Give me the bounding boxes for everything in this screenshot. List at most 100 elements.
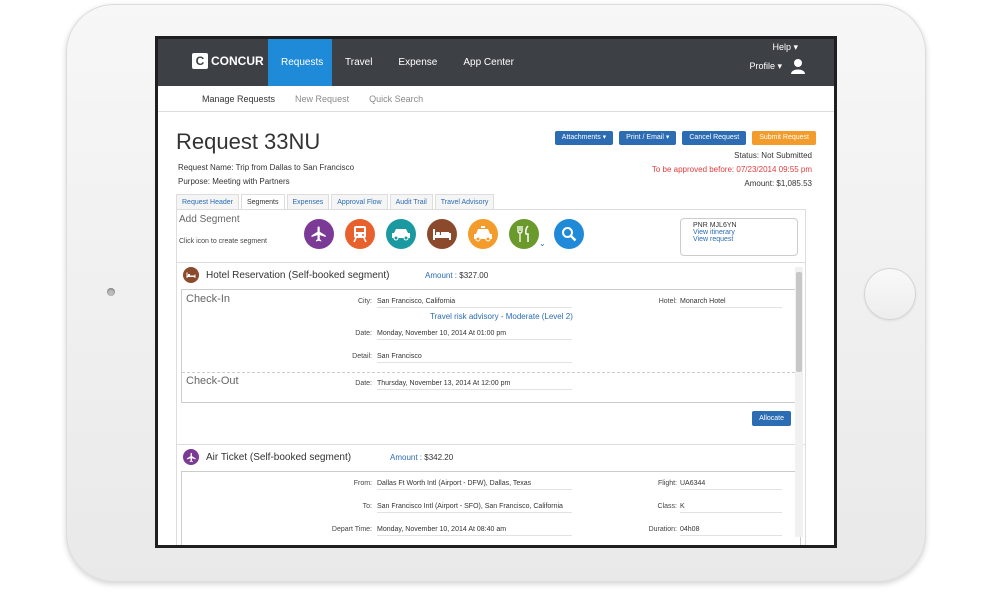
depart-label: Depart Time: [331, 526, 372, 533]
search-icon[interactable] [554, 219, 584, 249]
dining-icon[interactable] [509, 219, 539, 249]
amount-row: Amount: $1,085.53 [744, 179, 812, 188]
depart-value: Monday, November 10, 2014 At 08:40 am [377, 526, 572, 536]
logo-text: CONCUR [211, 54, 264, 68]
air-segment-header: Air Ticket (Self-booked segment) [183, 449, 351, 465]
tab-travel-advisory[interactable]: Travel Advisory [434, 194, 495, 210]
tab-request-header[interactable]: Request Header [176, 194, 239, 210]
view-itinerary-link[interactable]: View itinerary [693, 229, 785, 236]
from-label: From: [353, 480, 372, 487]
approve-before-row: To be approved before: 07/23/2014 09:55 … [652, 165, 812, 174]
from-value: Dallas Ft Worth Intl (Airport - DFW), Da… [377, 480, 572, 490]
top-navigation-bar: C CONCUR Requests Travel Expense App Cen… [158, 39, 834, 86]
nav-app-center[interactable]: App Center [450, 39, 527, 86]
to-value: San Francisco Intl (Airport - SFO), San … [377, 503, 572, 513]
print-email-button[interactable]: Print / Email ▾ [619, 131, 677, 145]
checkout-date-label: Date: [355, 380, 372, 387]
status-value: Not Submitted [761, 151, 812, 160]
hotel-amount-value: $327.00 [459, 271, 489, 280]
request-tabs: Request Header Segments Expenses Approva… [176, 194, 495, 210]
concur-logo-mark: C [192, 53, 208, 69]
flight-value: UA6344 [680, 480, 782, 490]
train-icon[interactable] [345, 219, 375, 249]
request-name-row: Request Name: Trip from Dallas to San Fr… [178, 163, 354, 172]
approve-label: To be approved before: [651, 165, 735, 174]
help-label: Help [772, 42, 791, 52]
divider [182, 372, 800, 373]
amount-value: $1,085.53 [776, 179, 812, 188]
subnav-quick-search[interactable]: Quick Search [359, 86, 433, 111]
pnr-box: PNR MJL6YN View itinerary View request [680, 218, 798, 256]
bed-icon[interactable] [427, 219, 457, 249]
home-button[interactable] [864, 268, 916, 320]
plane-icon[interactable] [304, 219, 334, 249]
air-details: From: Dallas Ft Worth Intl (Airport - DF… [181, 471, 801, 545]
status-row: Status: Not Submitted [734, 151, 812, 160]
profile-menu[interactable]: Profile ▾ [749, 61, 782, 72]
print-email-label: Print / Email [626, 134, 664, 141]
duration-value: 04h08 [680, 526, 782, 536]
request-name-value: Trip from Dallas to San Francisco [235, 163, 355, 172]
tab-segments[interactable]: Segments [240, 194, 285, 210]
plane-icon [183, 449, 199, 465]
user-icon[interactable] [791, 58, 805, 74]
air-segment: Air Ticket (Self-booked segment) Amount … [177, 444, 805, 545]
flight-label: Flight: [657, 480, 677, 487]
view-request-link[interactable]: View request [693, 236, 785, 243]
travel-advisory-link[interactable]: Travel risk advisory - Moderate (Level 2… [430, 312, 573, 321]
hotel-segment-header: Hotel Reservation (Self-booked segment) [183, 267, 389, 283]
subnav-manage-requests[interactable]: Manage Requests [192, 86, 285, 111]
hotel-amount: Amount : $327.00 [425, 271, 488, 280]
tab-expenses[interactable]: Expenses [286, 194, 330, 210]
allocate-button[interactable]: Allocate [752, 411, 791, 426]
dining-icon-wrap: ⌄ [509, 219, 546, 249]
scrollbar-thumb[interactable] [796, 272, 802, 372]
pnr-code: PNR MJL6YN [693, 222, 737, 229]
nav-requests[interactable]: Requests [268, 39, 332, 86]
tab-audit-trail[interactable]: Audit Trail [389, 194, 433, 210]
nav-expense[interactable]: Expense [385, 39, 450, 86]
air-segment-title[interactable]: Air Ticket (Self-booked segment) [206, 452, 351, 463]
hotel-value: Monarch Hotel [680, 298, 782, 308]
approve-date: 07/23/2014 09:55 pm [736, 165, 812, 174]
detail-label: Detail: [352, 353, 372, 360]
checkout-heading: Check-Out [186, 375, 239, 387]
camera-dot [107, 288, 115, 296]
amount-label: Amount: [744, 179, 775, 188]
status-label: Status: [734, 151, 760, 160]
air-amount: Amount : $342.20 [390, 453, 453, 462]
air-amount-value: $342.20 [424, 453, 454, 462]
request-name-label: Request Name: [178, 163, 234, 172]
segment-icons: ⌄ [304, 219, 584, 249]
page-title: Request 33NU [176, 129, 321, 154]
chevron-down-icon[interactable]: ⌄ [539, 239, 546, 248]
duration-label: Duration: [648, 526, 677, 533]
tab-approval-flow[interactable]: Approval Flow [331, 194, 388, 210]
submit-request-button[interactable]: Submit Request [752, 131, 816, 145]
nav-travel[interactable]: Travel [332, 39, 385, 86]
hotel-segment-title[interactable]: Hotel Reservation (Self-booked segment) [206, 270, 389, 281]
concur-logo[interactable]: C CONCUR [192, 53, 264, 69]
taxi-icon[interactable] [468, 219, 498, 249]
attachments-button[interactable]: Attachments ▾ [554, 131, 614, 145]
city-value: San Francisco, California [377, 298, 572, 308]
purpose-label: Purpose: [178, 177, 211, 186]
car-icon[interactable] [386, 219, 416, 249]
checkin-heading: Check-In [186, 293, 231, 305]
scrollbar[interactable] [795, 267, 803, 537]
subnav-new-request[interactable]: New Request [285, 86, 359, 111]
air-amount-label: Amount : [390, 453, 423, 462]
help-menu[interactable]: Help ▾ [772, 42, 798, 53]
detail-value: San Francisco [377, 353, 572, 363]
checkin-date-label: Date: [355, 330, 372, 337]
class-label: Class: [657, 503, 677, 510]
hotel-label: Hotel: [658, 298, 677, 305]
purpose-row: Purpose: Meeting with Partners [178, 177, 290, 186]
app-screen: C CONCUR Requests Travel Expense App Cen… [155, 36, 837, 548]
checkin-date-value: Monday, November 10, 2014 At 01:00 pm [377, 330, 572, 340]
class-value: K [680, 503, 782, 513]
hotel-details: Check-In City: San Francisco, California… [181, 289, 801, 403]
cancel-request-button[interactable]: Cancel Request [682, 131, 747, 145]
add-segment-hint: Click icon to create segment [179, 238, 267, 245]
attachments-label: Attachments [561, 134, 601, 141]
